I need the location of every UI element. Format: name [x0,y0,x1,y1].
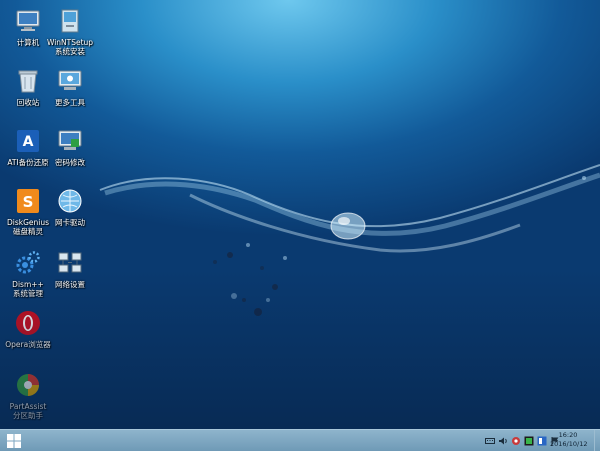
icon-label: 网络设置 [55,280,85,289]
show-desktop-button[interactable] [594,430,600,451]
taskbar: 16:20 2016/10/12 [0,429,600,451]
windows-logo-icon [7,434,21,448]
network-settings-icon [55,248,85,278]
app-icon[interactable] [524,436,534,446]
desktop-icon-winntsetup[interactable]: WinNTSetup 系统安装 [42,6,98,56]
icon-label: 密码修改 [55,158,85,167]
tools-icon [55,66,85,96]
icon-label: 网卡驱动 [55,218,85,227]
desktop-icon-partassist[interactable]: PartAssist 分区助手 [0,370,56,420]
setup-icon [55,6,85,36]
computer-icon [13,6,43,36]
desktop[interactable]: 计算机 回收站 A ATI备份还原 S DiskGenius 磁盘精灵 Dism+… [0,0,600,429]
desktop-icon-opera[interactable]: Opera浏览器 [0,308,56,349]
network-driver-icon [55,186,85,216]
svg-text:S: S [23,193,34,211]
icon-label: 更多工具 [55,98,85,107]
clock-date: 2016/10/12 [550,440,588,448]
icon-label: 回收站 [16,98,40,107]
diskgenius-icon: S [13,186,43,216]
partassist-icon [13,370,43,400]
start-button[interactable] [6,433,22,449]
volume-icon[interactable] [498,436,508,446]
password-icon [55,126,85,156]
opera-icon [13,308,43,338]
keyboard-icon[interactable] [485,436,495,446]
desktop-icon-network-settings[interactable]: 网络设置 [42,248,98,289]
system-tray [485,435,560,447]
svg-text:A: A [23,134,34,150]
network-icon[interactable] [511,436,521,446]
recycle-bin-icon [13,66,43,96]
icon-label: Opera浏览器 [5,340,51,349]
icon-label: 计算机 [16,38,40,47]
desktop-icon-network-driver[interactable]: 网卡驱动 [42,186,98,227]
icon-label: WinNTSetup 系统安装 [46,38,94,56]
desktop-icon-more-tools[interactable]: 更多工具 [42,66,98,107]
app-icon[interactable] [537,436,547,446]
desktop-icon-password[interactable]: 密码修改 [42,126,98,167]
icon-label: PartAssist 分区助手 [9,402,47,420]
clock-time: 16:20 [558,431,578,439]
backup-icon: A [13,126,43,156]
dism-icon [13,248,43,278]
icon-label: Dism++ 系统管理 [12,280,44,298]
taskbar-clock[interactable]: 16:20 2016/10/12 [550,431,588,449]
